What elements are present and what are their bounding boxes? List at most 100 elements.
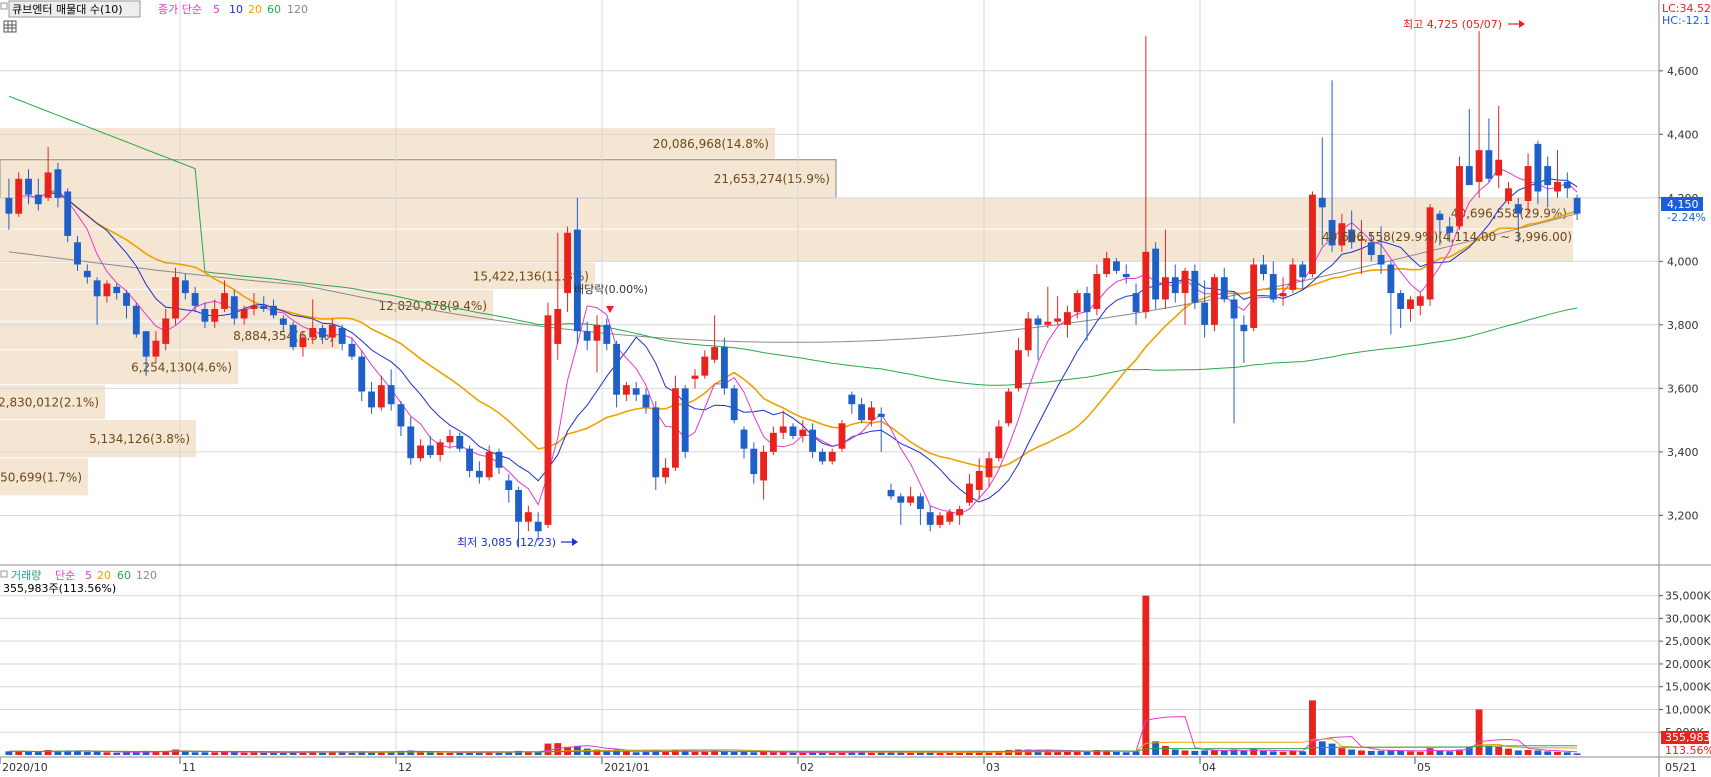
volume-bar[interactable] xyxy=(113,752,121,755)
volume-bar[interactable] xyxy=(1554,751,1561,755)
candle-body[interactable] xyxy=(1014,350,1022,389)
candle-body[interactable] xyxy=(475,470,483,478)
volume-bar[interactable] xyxy=(1113,751,1120,755)
candle-body[interactable] xyxy=(426,445,434,456)
volume-bar[interactable] xyxy=(1328,743,1336,755)
volume-bar[interactable] xyxy=(1573,753,1581,755)
candle-body[interactable] xyxy=(407,426,415,459)
volume-bar[interactable] xyxy=(25,751,32,755)
candle-body[interactable] xyxy=(456,435,464,449)
candle-body[interactable] xyxy=(1436,213,1444,221)
volume-bar[interactable] xyxy=(240,752,248,755)
candle-body[interactable] xyxy=(1289,264,1297,290)
candle-body[interactable] xyxy=(83,270,91,278)
volume-bar[interactable] xyxy=(495,752,503,755)
candle-body[interactable] xyxy=(799,429,807,436)
candle-body[interactable] xyxy=(279,318,287,325)
volume-bar[interactable] xyxy=(789,752,797,755)
volume-bar[interactable] xyxy=(1299,751,1307,755)
candle-body[interactable] xyxy=(1240,324,1248,332)
volume-bar[interactable] xyxy=(446,752,454,755)
candle-body[interactable] xyxy=(593,324,601,341)
candle-body[interactable] xyxy=(642,394,650,408)
volume-bar[interactable] xyxy=(730,751,738,755)
volume-bar[interactable] xyxy=(1318,741,1326,755)
volume-bar[interactable] xyxy=(348,752,356,755)
volume-bar[interactable] xyxy=(34,752,42,755)
volume-bar[interactable] xyxy=(456,752,464,755)
volume-bar[interactable] xyxy=(1338,748,1346,755)
volume-bar[interactable] xyxy=(1269,751,1277,755)
candle-body[interactable] xyxy=(887,489,895,497)
candle-body[interactable] xyxy=(769,432,777,452)
volume-bar[interactable] xyxy=(956,752,964,755)
candle-body[interactable] xyxy=(936,515,944,525)
candle-body[interactable] xyxy=(54,169,62,198)
candle-body[interactable] xyxy=(319,328,326,338)
volume-bar[interactable] xyxy=(691,751,699,755)
candle-body[interactable] xyxy=(1416,296,1424,306)
volume-bar[interactable] xyxy=(1171,749,1179,755)
candle-body[interactable] xyxy=(34,194,42,205)
volume-bar[interactable] xyxy=(260,752,268,755)
candle-body[interactable] xyxy=(221,293,228,309)
volume-bar[interactable] xyxy=(5,751,13,755)
volume-bar[interactable] xyxy=(250,752,258,755)
candle-body[interactable] xyxy=(289,324,297,348)
grid-icon[interactable] xyxy=(3,20,17,33)
volume-bar[interactable] xyxy=(867,752,875,755)
volume-bar[interactable] xyxy=(436,752,444,755)
candle-body[interactable] xyxy=(1524,166,1532,201)
candle-body[interactable] xyxy=(191,293,199,306)
candle-body[interactable] xyxy=(466,448,473,471)
volume-bar[interactable] xyxy=(93,751,101,755)
candle-body[interactable] xyxy=(838,423,846,449)
volume-bar[interactable] xyxy=(1563,752,1571,755)
volume-bar[interactable] xyxy=(1220,750,1228,755)
candle-body[interactable] xyxy=(368,391,375,408)
candle-body[interactable] xyxy=(123,293,130,306)
candle-body[interactable] xyxy=(309,328,317,338)
volume-bar[interactable] xyxy=(818,752,826,755)
candle-body[interactable] xyxy=(975,470,983,490)
candle-body[interactable] xyxy=(1269,274,1277,300)
candle-body[interactable] xyxy=(1044,321,1052,325)
candle-body[interactable] xyxy=(1103,258,1111,275)
candle-body[interactable] xyxy=(1073,293,1081,313)
candle-body[interactable] xyxy=(1152,248,1160,300)
candle-body[interactable] xyxy=(1191,270,1199,303)
candle-body[interactable] xyxy=(916,496,924,510)
candle-body[interactable] xyxy=(603,324,611,344)
candle-body[interactable] xyxy=(622,385,630,395)
candle-body[interactable] xyxy=(1318,197,1326,208)
candle-body[interactable] xyxy=(446,435,454,443)
candle-body[interactable] xyxy=(956,509,964,516)
candle-body[interactable] xyxy=(152,340,160,357)
volume-bar[interactable] xyxy=(1416,751,1424,755)
candle-body[interactable] xyxy=(495,451,503,468)
candle-body[interactable] xyxy=(701,356,709,376)
candle-body[interactable] xyxy=(1377,254,1385,265)
candle-body[interactable] xyxy=(544,315,552,525)
candle-body[interactable] xyxy=(720,347,728,389)
volume-bar[interactable] xyxy=(270,752,277,755)
volume-bar[interactable] xyxy=(632,752,640,755)
candle-body[interactable] xyxy=(789,426,797,436)
volume-bar[interactable] xyxy=(1436,750,1444,755)
candle-body[interactable] xyxy=(1279,293,1287,297)
volume-bar[interactable] xyxy=(1142,595,1150,755)
candle-body[interactable] xyxy=(1211,277,1218,325)
candle-body[interactable] xyxy=(25,178,32,195)
volume-bar[interactable] xyxy=(642,751,650,755)
candle-body[interactable] xyxy=(270,305,277,316)
volume-bar[interactable] xyxy=(181,751,189,755)
candle-body[interactable] xyxy=(740,429,748,449)
candle-body[interactable] xyxy=(5,197,13,214)
candle-body[interactable] xyxy=(515,489,522,522)
candle-body[interactable] xyxy=(1113,261,1120,271)
candle-body[interactable] xyxy=(1220,277,1228,300)
candle-body[interactable] xyxy=(681,388,689,452)
candle-body[interactable] xyxy=(730,388,738,421)
candle-body[interactable] xyxy=(201,308,209,322)
candle-body[interactable] xyxy=(995,426,1003,459)
